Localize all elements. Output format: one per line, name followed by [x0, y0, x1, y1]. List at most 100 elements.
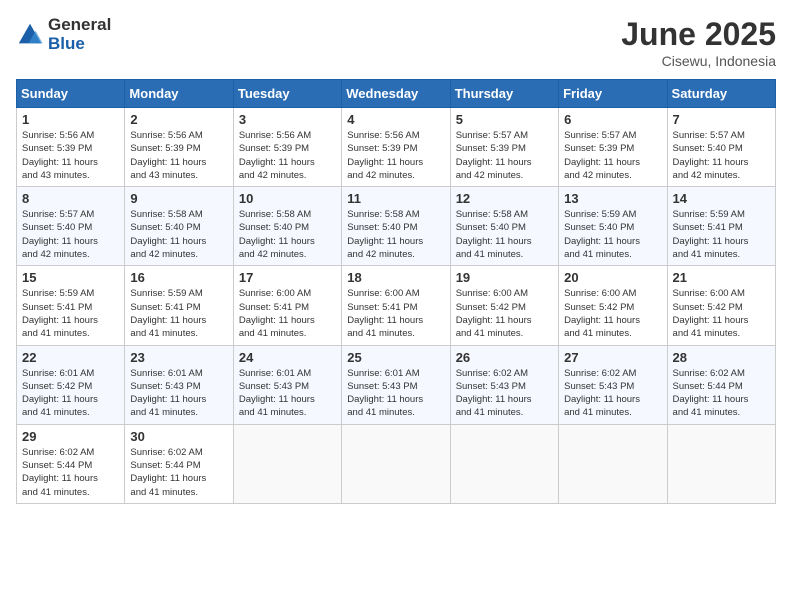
day-number: 30: [130, 429, 227, 444]
day-number: 27: [564, 350, 661, 365]
day-number: 8: [22, 191, 119, 206]
day-detail: Sunrise: 6:00 AM Sunset: 5:42 PM Dayligh…: [673, 287, 770, 340]
calendar-cell: 30 Sunrise: 6:02 AM Sunset: 5:44 PM Dayl…: [125, 424, 233, 503]
day-number: 17: [239, 270, 336, 285]
day-detail: Sunrise: 6:02 AM Sunset: 5:44 PM Dayligh…: [130, 446, 227, 499]
calendar-cell: 13 Sunrise: 5:59 AM Sunset: 5:40 PM Dayl…: [559, 187, 667, 266]
calendar-cell: [233, 424, 341, 503]
header-thursday: Thursday: [450, 80, 558, 108]
calendar-cell: 25 Sunrise: 6:01 AM Sunset: 5:43 PM Dayl…: [342, 345, 450, 424]
day-detail: Sunrise: 5:59 AM Sunset: 5:41 PM Dayligh…: [673, 208, 770, 261]
calendar-cell: 16 Sunrise: 5:59 AM Sunset: 5:41 PM Dayl…: [125, 266, 233, 345]
calendar-cell: 15 Sunrise: 5:59 AM Sunset: 5:41 PM Dayl…: [17, 266, 125, 345]
calendar-cell: 27 Sunrise: 6:02 AM Sunset: 5:43 PM Dayl…: [559, 345, 667, 424]
calendar-cell: 6 Sunrise: 5:57 AM Sunset: 5:39 PM Dayli…: [559, 108, 667, 187]
day-number: 5: [456, 112, 553, 127]
day-number: 23: [130, 350, 227, 365]
calendar-cell: 5 Sunrise: 5:57 AM Sunset: 5:39 PM Dayli…: [450, 108, 558, 187]
day-number: 29: [22, 429, 119, 444]
day-number: 1: [22, 112, 119, 127]
day-number: 12: [456, 191, 553, 206]
calendar-cell: 17 Sunrise: 6:00 AM Sunset: 5:41 PM Dayl…: [233, 266, 341, 345]
day-number: 14: [673, 191, 770, 206]
header-friday: Friday: [559, 80, 667, 108]
calendar-cell: [342, 424, 450, 503]
calendar-body: 1 Sunrise: 5:56 AM Sunset: 5:39 PM Dayli…: [17, 108, 776, 504]
day-detail: Sunrise: 6:01 AM Sunset: 5:43 PM Dayligh…: [347, 367, 444, 420]
header-monday: Monday: [125, 80, 233, 108]
calendar-subtitle: Cisewu, Indonesia: [621, 53, 776, 69]
calendar-cell: 4 Sunrise: 5:56 AM Sunset: 5:39 PM Dayli…: [342, 108, 450, 187]
day-detail: Sunrise: 5:59 AM Sunset: 5:41 PM Dayligh…: [22, 287, 119, 340]
calendar-cell: 29 Sunrise: 6:02 AM Sunset: 5:44 PM Dayl…: [17, 424, 125, 503]
day-number: 22: [22, 350, 119, 365]
day-detail: Sunrise: 6:01 AM Sunset: 5:42 PM Dayligh…: [22, 367, 119, 420]
day-detail: Sunrise: 5:58 AM Sunset: 5:40 PM Dayligh…: [456, 208, 553, 261]
day-detail: Sunrise: 6:02 AM Sunset: 5:44 PM Dayligh…: [673, 367, 770, 420]
calendar-table: Sunday Monday Tuesday Wednesday Thursday…: [16, 79, 776, 504]
day-number: 28: [673, 350, 770, 365]
day-detail: Sunrise: 5:57 AM Sunset: 5:40 PM Dayligh…: [673, 129, 770, 182]
day-number: 19: [456, 270, 553, 285]
logo-text: General Blue: [48, 16, 111, 53]
title-block: June 2025 Cisewu, Indonesia: [621, 16, 776, 69]
day-number: 11: [347, 191, 444, 206]
day-number: 10: [239, 191, 336, 206]
day-number: 15: [22, 270, 119, 285]
day-detail: Sunrise: 5:57 AM Sunset: 5:39 PM Dayligh…: [564, 129, 661, 182]
day-number: 2: [130, 112, 227, 127]
logo-blue: Blue: [48, 35, 111, 54]
day-detail: Sunrise: 5:58 AM Sunset: 5:40 PM Dayligh…: [239, 208, 336, 261]
day-detail: Sunrise: 5:57 AM Sunset: 5:39 PM Dayligh…: [456, 129, 553, 182]
day-detail: Sunrise: 5:58 AM Sunset: 5:40 PM Dayligh…: [130, 208, 227, 261]
calendar-cell: 18 Sunrise: 6:00 AM Sunset: 5:41 PM Dayl…: [342, 266, 450, 345]
header-saturday: Saturday: [667, 80, 775, 108]
day-number: 16: [130, 270, 227, 285]
day-detail: Sunrise: 6:00 AM Sunset: 5:41 PM Dayligh…: [347, 287, 444, 340]
calendar-cell: 7 Sunrise: 5:57 AM Sunset: 5:40 PM Dayli…: [667, 108, 775, 187]
calendar-cell: 12 Sunrise: 5:58 AM Sunset: 5:40 PM Dayl…: [450, 187, 558, 266]
calendar-cell: 8 Sunrise: 5:57 AM Sunset: 5:40 PM Dayli…: [17, 187, 125, 266]
day-detail: Sunrise: 5:56 AM Sunset: 5:39 PM Dayligh…: [347, 129, 444, 182]
day-detail: Sunrise: 6:00 AM Sunset: 5:42 PM Dayligh…: [564, 287, 661, 340]
calendar-cell: 10 Sunrise: 5:58 AM Sunset: 5:40 PM Dayl…: [233, 187, 341, 266]
day-number: 3: [239, 112, 336, 127]
day-detail: Sunrise: 5:57 AM Sunset: 5:40 PM Dayligh…: [22, 208, 119, 261]
calendar-cell: 23 Sunrise: 6:01 AM Sunset: 5:43 PM Dayl…: [125, 345, 233, 424]
calendar-title: June 2025: [621, 16, 776, 53]
calendar-cell: 3 Sunrise: 5:56 AM Sunset: 5:39 PM Dayli…: [233, 108, 341, 187]
day-number: 13: [564, 191, 661, 206]
day-number: 4: [347, 112, 444, 127]
calendar-cell: 26 Sunrise: 6:02 AM Sunset: 5:43 PM Dayl…: [450, 345, 558, 424]
day-detail: Sunrise: 6:02 AM Sunset: 5:43 PM Dayligh…: [456, 367, 553, 420]
calendar-cell: 28 Sunrise: 6:02 AM Sunset: 5:44 PM Dayl…: [667, 345, 775, 424]
calendar-cell: 22 Sunrise: 6:01 AM Sunset: 5:42 PM Dayl…: [17, 345, 125, 424]
day-number: 26: [456, 350, 553, 365]
calendar-cell: 24 Sunrise: 6:01 AM Sunset: 5:43 PM Dayl…: [233, 345, 341, 424]
day-detail: Sunrise: 6:01 AM Sunset: 5:43 PM Dayligh…: [130, 367, 227, 420]
calendar-cell: 9 Sunrise: 5:58 AM Sunset: 5:40 PM Dayli…: [125, 187, 233, 266]
calendar-cell: [559, 424, 667, 503]
day-detail: Sunrise: 5:59 AM Sunset: 5:41 PM Dayligh…: [130, 287, 227, 340]
calendar-cell: 1 Sunrise: 5:56 AM Sunset: 5:39 PM Dayli…: [17, 108, 125, 187]
day-detail: Sunrise: 5:56 AM Sunset: 5:39 PM Dayligh…: [130, 129, 227, 182]
logo: General Blue: [16, 16, 111, 53]
calendar-cell: 2 Sunrise: 5:56 AM Sunset: 5:39 PM Dayli…: [125, 108, 233, 187]
day-detail: Sunrise: 6:02 AM Sunset: 5:44 PM Dayligh…: [22, 446, 119, 499]
day-number: 7: [673, 112, 770, 127]
logo-general: General: [48, 16, 111, 35]
day-number: 25: [347, 350, 444, 365]
day-detail: Sunrise: 6:01 AM Sunset: 5:43 PM Dayligh…: [239, 367, 336, 420]
calendar-cell: 20 Sunrise: 6:00 AM Sunset: 5:42 PM Dayl…: [559, 266, 667, 345]
header-wednesday: Wednesday: [342, 80, 450, 108]
calendar-cell: 21 Sunrise: 6:00 AM Sunset: 5:42 PM Dayl…: [667, 266, 775, 345]
day-detail: Sunrise: 5:58 AM Sunset: 5:40 PM Dayligh…: [347, 208, 444, 261]
header-tuesday: Tuesday: [233, 80, 341, 108]
page-header: General Blue June 2025 Cisewu, Indonesia: [16, 16, 776, 69]
day-number: 24: [239, 350, 336, 365]
calendar-cell: 11 Sunrise: 5:58 AM Sunset: 5:40 PM Dayl…: [342, 187, 450, 266]
day-detail: Sunrise: 6:00 AM Sunset: 5:42 PM Dayligh…: [456, 287, 553, 340]
day-detail: Sunrise: 6:02 AM Sunset: 5:43 PM Dayligh…: [564, 367, 661, 420]
day-detail: Sunrise: 5:56 AM Sunset: 5:39 PM Dayligh…: [22, 129, 119, 182]
logo-icon: [16, 21, 44, 49]
